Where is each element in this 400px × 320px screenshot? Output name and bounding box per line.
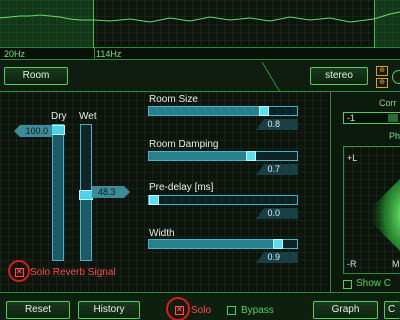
pre-delay-slider[interactable] — [148, 195, 298, 205]
history-button[interactable]: History — [78, 301, 140, 319]
room-size-value: 0.8 — [256, 119, 298, 130]
room-size-label: Room Size — [149, 94, 198, 105]
phase-label: Ph — [389, 131, 400, 141]
graph-button[interactable]: Graph — [313, 301, 378, 319]
reset-button[interactable]: Reset — [6, 301, 70, 319]
frequency-axis: 20Hz 114Hz — [0, 48, 400, 60]
spectrum-curve — [0, 11, 400, 23]
pre-delay-value: 0.0 — [256, 208, 298, 219]
phase-panel: Corr -1 Ph +L -R M Show C — [330, 92, 400, 292]
show-checkbox[interactable] — [343, 280, 352, 289]
pre-delay-thumb[interactable] — [149, 195, 159, 205]
dry-value: 100.0 — [14, 125, 52, 137]
dry-slider-thumb[interactable] — [51, 125, 65, 135]
bypass-checkbox[interactable] — [227, 306, 236, 315]
room-size-fill — [149, 107, 264, 115]
solo-label: Solo — [191, 305, 212, 316]
wet-slider-thumb[interactable] — [79, 190, 93, 200]
room-damping-value: 0.7 — [256, 164, 298, 175]
phase-minus-r: -R — [347, 259, 357, 269]
bypass-label: Bypass — [241, 305, 274, 316]
freq-label-20hz: 20Hz — [4, 49, 26, 59]
room-damping-label: Room Damping — [149, 139, 219, 150]
wet-slider[interactable] — [79, 124, 93, 261]
room-button[interactable]: Room — [4, 67, 68, 85]
show-label: Show C — [356, 278, 392, 289]
correlation-label: Corr — [379, 98, 397, 108]
freq-label-114hz: 114Hz — [96, 49, 122, 59]
spectrum-analyzer[interactable] — [0, 0, 400, 48]
stereo-button[interactable]: stereo — [310, 67, 368, 85]
solo-reverb-checkbox[interactable] — [15, 267, 24, 277]
width-label: Width — [149, 228, 175, 239]
width-thumb[interactable] — [273, 239, 283, 249]
header-strip: Room stereo ⊕ ⊕ — [0, 60, 400, 92]
width-slider[interactable] — [148, 239, 298, 249]
room-damping-slider[interactable] — [148, 151, 298, 161]
wet-label: Wet — [79, 111, 97, 122]
solo-reverb-label: Solo Reverb Signal — [30, 267, 116, 278]
mode-icon[interactable]: ⊕ — [376, 78, 388, 88]
wet-value: 48.3 — [92, 186, 130, 198]
link-icon[interactable]: ⊕ — [376, 66, 388, 76]
room-damping-fill — [149, 152, 251, 160]
width-fill — [149, 240, 278, 248]
room-damping-thumb[interactable] — [246, 151, 256, 161]
extra-button[interactable]: C — [384, 301, 400, 319]
correlation-min: -1 — [347, 113, 356, 123]
dry-slider-fill — [53, 125, 63, 260]
solo-checkbox[interactable] — [175, 305, 184, 315]
reverb-panel: Dry Wet 100.0 48.3 Room Size 0.8 Room Da… — [0, 92, 328, 292]
correlation-meter: -1 — [343, 112, 400, 124]
room-size-slider[interactable] — [148, 106, 298, 116]
round-button[interactable] — [392, 70, 400, 84]
wet-slider-fill — [81, 190, 91, 260]
pre-delay-label: Pre-delay [ms] — [149, 182, 214, 193]
phase-m: M — [392, 259, 400, 269]
dry-label: Dry — [51, 111, 67, 122]
phase-scope-points — [364, 179, 400, 251]
panel-divider — [262, 61, 281, 92]
phase-scope: +L -R M — [343, 146, 400, 274]
bottom-bar: Reset History Solo Bypass Graph C — [0, 292, 400, 320]
dry-slider[interactable] — [51, 124, 65, 261]
correlation-indicator — [388, 114, 398, 122]
width-value: 0.9 — [256, 252, 298, 263]
room-size-thumb[interactable] — [259, 106, 269, 116]
freq-tick — [94, 48, 95, 60]
phase-plus-l: +L — [347, 153, 358, 163]
